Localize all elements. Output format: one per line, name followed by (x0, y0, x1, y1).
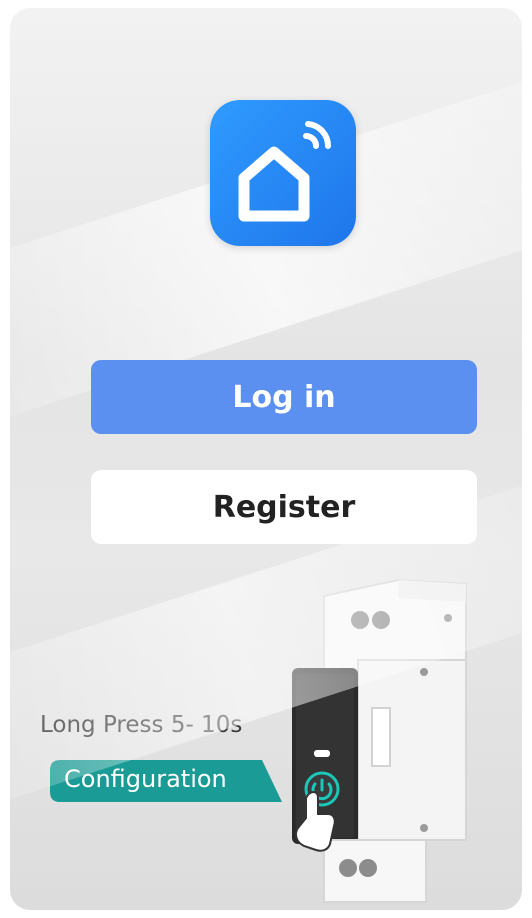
home-wifi-icon (238, 121, 332, 222)
app-background-card: Log in Register Long Press 5- 10s Config (10, 8, 522, 910)
configuration-tag: Configuration (50, 760, 282, 802)
long-press-instruction: Long Press 5- 10s (40, 712, 243, 738)
register-button[interactable]: Register (91, 470, 477, 544)
login-button[interactable]: Log in (91, 360, 477, 434)
smart-breaker-device (292, 578, 467, 903)
smart-home-app-icon (210, 100, 356, 246)
configuration-label: Configuration (64, 765, 227, 793)
